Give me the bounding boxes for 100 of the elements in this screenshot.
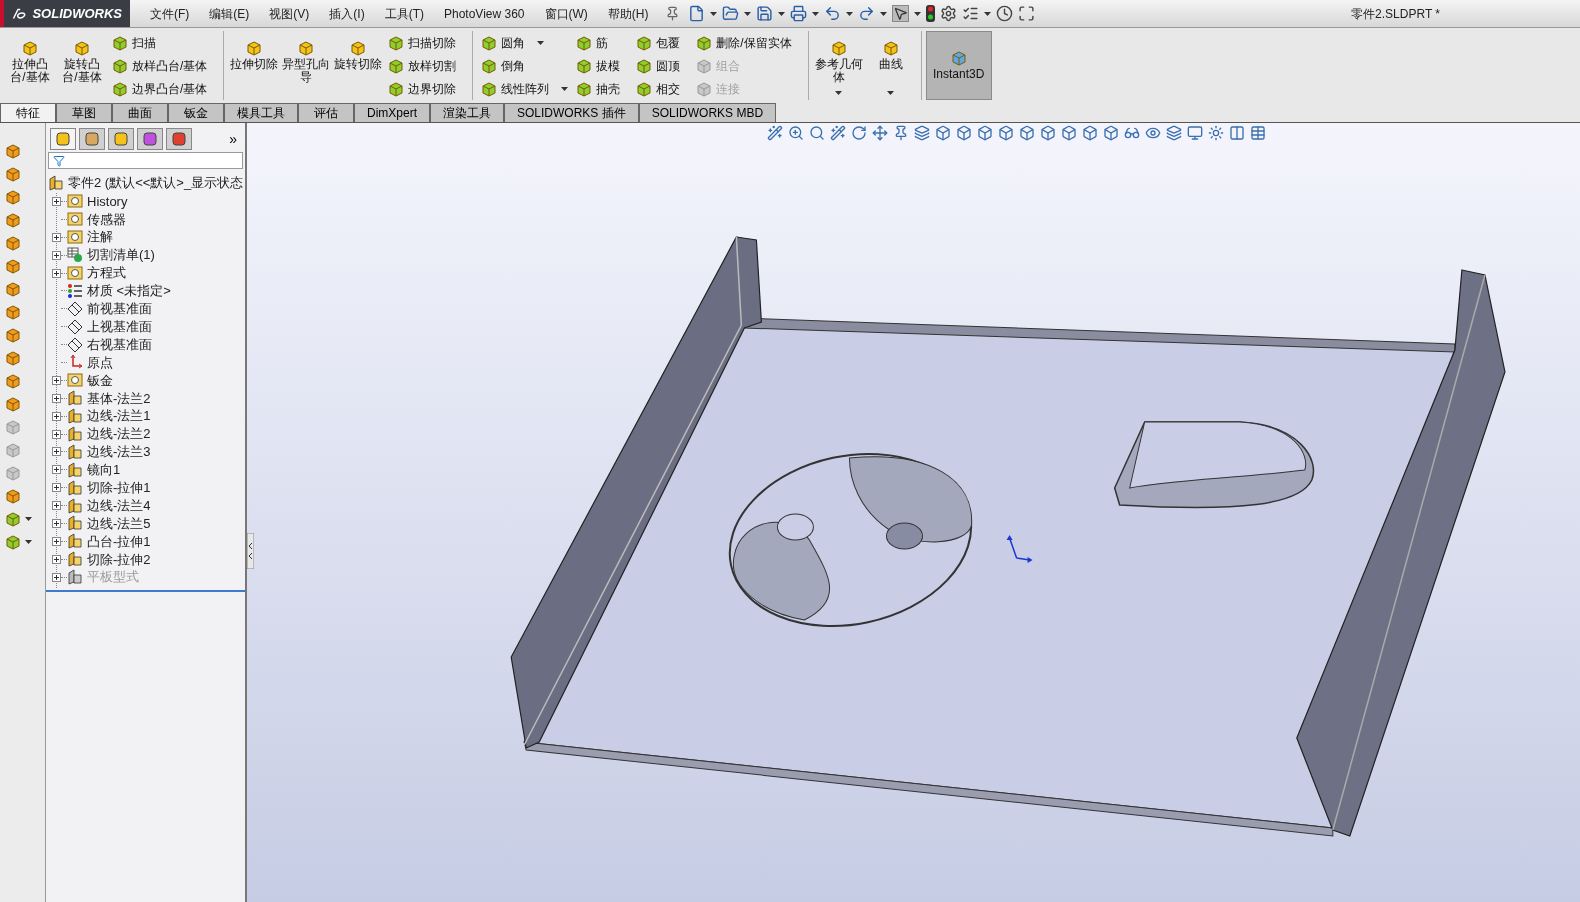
cube-icon[interactable] [576,57,593,74]
expand-toggle-icon[interactable] [52,232,61,242]
tree-item[interactable]: 基体-法兰2 [87,388,151,408]
panel-tab[interactable] [79,128,105,150]
cube-icon[interactable] [950,50,967,66]
command-button[interactable]: 筋 [572,31,633,54]
cube-icon[interactable] [298,40,315,56]
cube-icon[interactable] [977,125,993,141]
cube-icon[interactable] [5,396,21,412]
tree-item[interactable]: 切割清单(1) [87,245,155,265]
expand-toggle-icon[interactable] [52,196,61,206]
command-button[interactable]: 旋转切除 [332,31,385,100]
ribbon-tab[interactable]: 特征 [0,103,56,122]
pin-icon[interactable] [893,125,909,141]
expand-toggle-icon[interactable] [52,554,61,564]
cube-icon[interactable] [5,327,21,343]
caret-icon[interactable] [25,517,32,521]
cube-icon[interactable] [481,57,498,74]
menu-item[interactable]: 帮助(H) [599,4,657,23]
layers-icon[interactable] [914,125,930,141]
new-file-icon[interactable] [687,5,705,22]
cube-icon[interactable] [481,80,498,97]
command-button[interactable]: 倒角 [477,54,573,77]
command-button[interactable]: 扫描切除 [384,31,469,54]
menu-item[interactable]: 工具(T) [376,4,432,23]
caret-icon[interactable] [879,11,887,16]
command-button[interactable]: 旋转凸台/基体 [56,31,108,100]
tree-item[interactable]: 钣金 [87,370,113,391]
panel-tab[interactable] [137,128,163,150]
tree-item[interactable]: 右视基准面 [87,334,152,355]
menu-item[interactable]: 窗口(W) [536,4,596,23]
cube-icon[interactable] [576,80,593,97]
expand-toggle-icon[interactable] [52,518,61,528]
caret-icon[interactable] [25,540,32,544]
clock-icon[interactable] [995,5,1013,22]
command-button[interactable]: 异型孔向导 [280,31,333,100]
ribbon-tab[interactable]: DimXpert [354,103,430,122]
redo-icon[interactable] [857,5,875,22]
tree-item[interactable]: 切除-拉伸2 [87,549,151,569]
tree-root-label[interactable]: 零件2 (默认<<默认>_显示状态 [68,173,244,193]
expand-toggle-icon[interactable] [52,465,61,475]
cube-icon[interactable] [5,212,21,228]
cube-icon[interactable] [350,40,367,56]
expand-toggle-icon[interactable] [52,429,61,439]
tree-item[interactable]: History [87,191,128,212]
panel-tab[interactable] [166,128,192,150]
cube-icon[interactable] [5,534,21,550]
cube-icon[interactable] [1103,125,1119,141]
cube-icon[interactable] [5,350,21,366]
collapse-handle-icon[interactable] [247,533,254,569]
cube-icon[interactable] [636,57,653,74]
traffic-light-icon[interactable] [925,5,935,22]
command-button[interactable]: 包覆 [632,31,693,54]
tree-item[interactable]: 边线-法兰5 [87,513,151,534]
tree-item[interactable]: 前视基准面 [87,299,152,319]
eye-icon[interactable] [1145,125,1161,141]
cube-icon[interactable] [1040,125,1056,141]
rotate-icon[interactable] [851,125,867,141]
command-button[interactable]: 拉伸切除 [228,31,281,100]
cube-icon[interactable] [956,125,972,141]
cube-icon[interactable] [636,80,653,97]
save-icon[interactable] [755,5,773,22]
filter-field[interactable] [48,152,243,169]
expand-toggle-icon[interactable] [52,501,61,511]
caret-icon[interactable] [561,86,569,91]
cube-icon[interactable] [830,40,847,56]
monitor-icon[interactable] [1187,125,1203,141]
cube-icon[interactable] [882,40,899,56]
ribbon-tab[interactable]: 评估 [298,103,354,122]
caret-icon[interactable] [835,91,843,95]
expand-toggle-icon[interactable] [52,250,61,260]
command-button[interactable]: 边界凸台/基体 [108,77,220,100]
caret-icon[interactable] [743,11,751,16]
command-button[interactable]: 相交 [632,77,693,100]
wand-icon[interactable] [767,125,783,141]
cube-icon[interactable] [5,304,21,320]
menu-item[interactable]: 视图(V) [261,4,318,23]
cube-icon[interactable] [576,34,593,51]
caret-icon[interactable] [887,91,895,95]
cube-icon[interactable] [388,34,405,51]
expand-toggle-icon[interactable] [52,483,61,493]
cube-icon[interactable] [5,235,21,251]
menu-item[interactable]: 编辑(E) [201,4,258,23]
menu-item[interactable]: 插入(I) [321,4,373,23]
tree-item[interactable]: 边线-法兰2 [87,424,151,444]
caret-icon[interactable] [709,11,717,16]
cube-icon[interactable] [636,34,653,51]
expand-toggle-icon[interactable] [52,393,61,403]
cube-icon[interactable] [1061,125,1077,141]
cube-icon[interactable] [5,373,21,389]
checklist-icon[interactable] [961,5,979,22]
menu-item[interactable]: 文件(F) [142,4,198,23]
zoom-in-icon[interactable] [788,125,804,141]
cube-icon[interactable] [935,125,951,141]
cube-icon[interactable] [5,143,21,159]
expand-toggle-icon[interactable] [52,447,61,457]
cube-icon[interactable] [1019,125,1035,141]
cube-icon[interactable] [696,34,713,51]
tree-item[interactable]: 凸台-拉伸1 [87,531,151,552]
caret-icon[interactable] [811,11,819,16]
